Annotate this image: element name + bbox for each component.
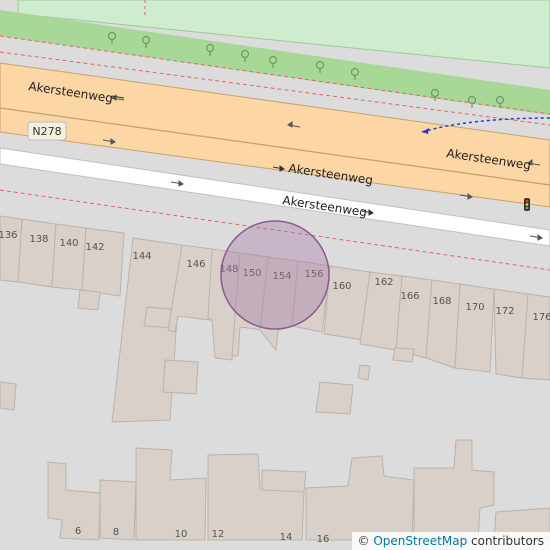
map-canvas[interactable]: Akersteenweg Akersteenweg Akersteenweg A… (0, 0, 550, 550)
house-number: 142 (85, 242, 104, 253)
house-number: 12 (212, 529, 225, 540)
house-number: 14 (280, 532, 293, 543)
house-number: 172 (495, 306, 514, 317)
attribution-suffix: contributors (471, 534, 544, 548)
attribution: © OpenStreetMap contributors (351, 532, 550, 550)
house-number: 176 (532, 312, 550, 323)
house-number: 160 (332, 281, 351, 292)
road-shield-label: N278 (32, 125, 61, 138)
house-number: 162 (374, 277, 393, 288)
house-number: 10 (175, 529, 188, 540)
house-number: 170 (465, 302, 484, 313)
osm-link[interactable]: OpenStreetMap (373, 534, 467, 548)
traffic-signal-icon (524, 198, 530, 211)
house-number: 166 (400, 291, 419, 302)
house-number: 16 (317, 534, 330, 545)
road-shield: N278 (27, 121, 67, 141)
house-number: 146 (186, 259, 205, 270)
house-number: 136 (0, 230, 18, 241)
house-number: 6 (75, 526, 81, 537)
house-number: 144 (132, 251, 151, 262)
house-number: 140 (59, 238, 78, 249)
house-number: 168 (432, 296, 451, 307)
location-circle[interactable] (220, 220, 330, 330)
house-number: 8 (113, 527, 119, 538)
copyright-symbol: © (357, 534, 370, 548)
house-number: 138 (29, 234, 48, 245)
